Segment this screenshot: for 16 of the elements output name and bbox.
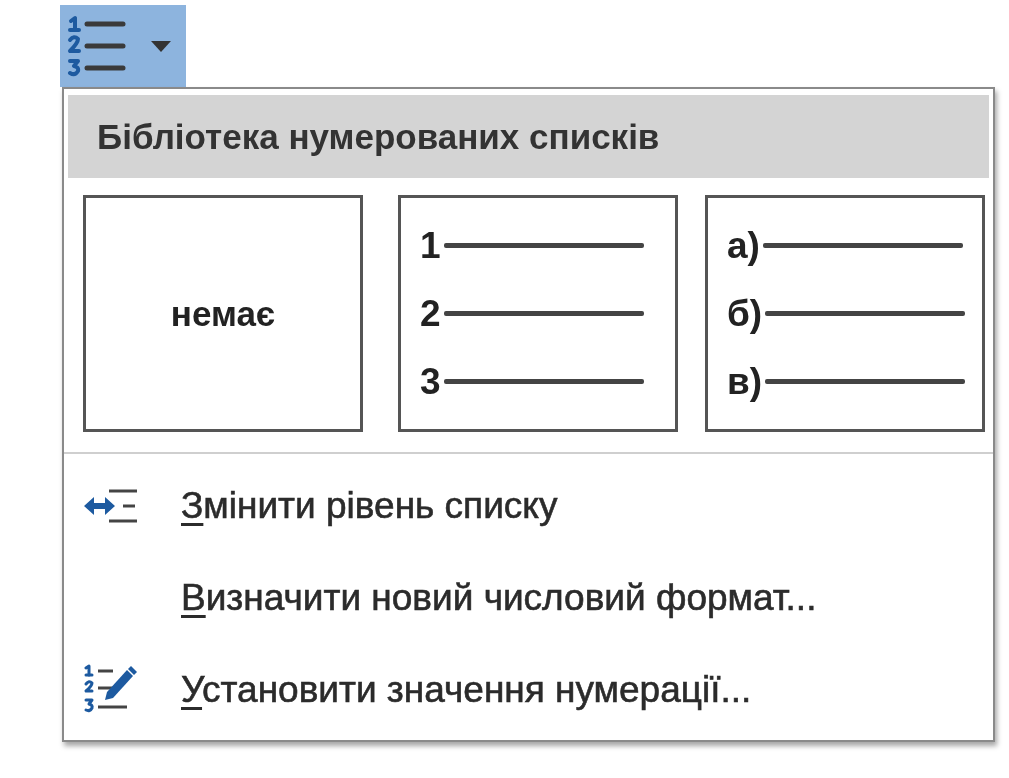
list-marker: 3 — [420, 360, 441, 403]
caret-icon — [151, 40, 171, 52]
list-marker: в) — [727, 360, 763, 403]
numbering-format-tile[interactable]: а) б) в) — [705, 195, 985, 432]
menu-item[interactable]: Змінити рівень списку — [68, 460, 989, 552]
numbering-format-tile[interactable]: 1 2 3 — [398, 195, 678, 432]
numbering-button[interactable] — [60, 5, 186, 87]
list-marker: 2 — [420, 292, 441, 335]
list-marker: б) — [727, 292, 763, 335]
menu-section-header: Бібліотека нумерованих списків — [68, 95, 989, 178]
list-marker: 1 — [420, 224, 441, 267]
menu-item[interactable]: Установити значення нумерації... — [68, 644, 989, 736]
no-numbering-tile[interactable]: немає — [83, 195, 363, 432]
indent-arrows-icon — [83, 488, 139, 524]
list-marker: а) — [727, 224, 760, 267]
menu-item[interactable]: Визначити новий числовий формат... — [68, 552, 989, 644]
